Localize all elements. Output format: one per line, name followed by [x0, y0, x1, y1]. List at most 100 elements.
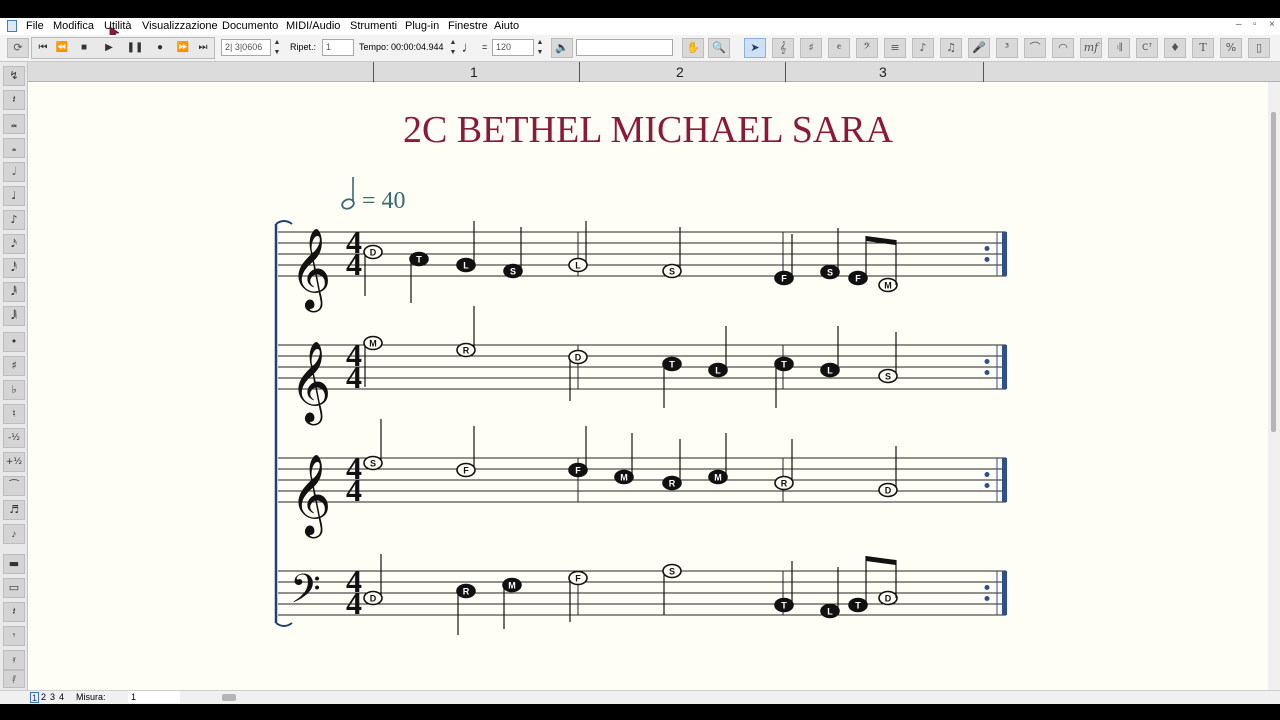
whole-note-icon[interactable]: 𝅝: [3, 138, 25, 158]
tempo-mark-value: = 40: [362, 188, 406, 214]
tie-icon[interactable]: ⁀: [3, 476, 25, 496]
note-name-label: D: [885, 594, 892, 604]
ruler-measure-3[interactable]: 3: [879, 64, 887, 80]
rest-icon[interactable]: 𝄽: [3, 90, 25, 110]
go-to-end-icon[interactable]: ⏭: [193, 38, 213, 58]
menu-bar: File Modifica Utilità Visualizzazione Do…: [0, 18, 1280, 40]
expression-tool-icon[interactable]: mf: [1080, 38, 1102, 58]
ruler-measure-2[interactable]: 2: [676, 64, 684, 80]
score-page[interactable]: 2C BETHEL MICHAEL SARA = 40 𝄞 4 4 D T L S L S F S F M…: [28, 82, 1268, 690]
bass-clef-tool-icon[interactable]: 𝄢: [856, 38, 878, 58]
page-button-4[interactable]: 4: [57, 692, 66, 703]
microphone-tool-icon[interactable]: 🎤: [968, 38, 990, 58]
measure-input[interactable]: 1: [128, 691, 180, 703]
hundred-twenty-eighth-note-icon[interactable]: 𝅘𝅥𝅲: [3, 306, 25, 326]
ruler-measure-1[interactable]: 1: [470, 64, 478, 80]
lyrics-tool-icon[interactable]: ♦: [1164, 38, 1186, 58]
stop-icon[interactable]: ■: [74, 38, 94, 58]
simple-entry-tool-icon[interactable]: ♪: [912, 38, 934, 58]
clef-tool-icon[interactable]: 𝄞: [772, 38, 794, 58]
articulation-tool-icon[interactable]: ◠: [1052, 38, 1074, 58]
half-note-icon[interactable]: 𝅗𝅥: [3, 162, 25, 182]
close-icon[interactable]: ×: [1269, 19, 1275, 30]
menu-plugin[interactable]: Plug-in: [405, 20, 439, 32]
menu-file[interactable]: File: [26, 20, 44, 32]
tuplet-tool-icon[interactable]: ³: [996, 38, 1018, 58]
page-button-3[interactable]: 3: [48, 692, 57, 703]
page-layout-tool-icon[interactable]: ▯: [1248, 38, 1270, 58]
note-beam: [866, 556, 896, 565]
speedy-entry-tool-icon[interactable]: ♫: [940, 38, 962, 58]
menu-aiuto[interactable]: Aiuto: [494, 20, 519, 32]
tempo-stepper-icon[interactable]: ▲ ▼: [535, 38, 545, 56]
score-notation[interactable]: = 40𝄞 44 DTLSLSFSFM𝄞 44MRDTLTLS𝄞 44SF FMRMRD𝄢…: [28, 82, 1268, 690]
eraser-icon[interactable]: ↯: [3, 66, 25, 86]
menu-visualizzazione[interactable]: Visualizzazione: [142, 20, 218, 32]
position-field[interactable]: 2| 3|0606: [221, 39, 271, 56]
menu-finestre[interactable]: Finestre: [448, 20, 488, 32]
eighth-rest-icon[interactable]: 𝄾: [3, 626, 25, 646]
bass-clef-icon: 𝄢: [290, 566, 321, 622]
pause-icon[interactable]: ❚❚: [125, 38, 145, 58]
half-rest-icon[interactable]: ▭: [3, 578, 25, 598]
thirty-second-note-icon[interactable]: 𝅘𝅥𝅰: [3, 258, 25, 278]
repeat-dot: [984, 359, 990, 364]
text-tool-icon[interactable]: T: [1192, 38, 1214, 58]
page-button-1[interactable]: 1: [30, 692, 39, 703]
sharp-icon[interactable]: ♯: [3, 356, 25, 376]
speaker-icon[interactable]: 🔈: [551, 38, 573, 58]
position-stepper-icon[interactable]: ▲ ▼: [272, 38, 282, 56]
ruler-tick: [785, 62, 786, 82]
selection-tool-icon[interactable]: ➤: [744, 38, 766, 58]
page-button-2[interactable]: 2: [39, 692, 48, 703]
note-name-label: S: [370, 459, 376, 469]
more-rests-icon[interactable]: 𝅀: [3, 670, 25, 688]
whole-rest-icon[interactable]: ▬: [3, 554, 25, 574]
tempo-input[interactable]: 120: [492, 39, 534, 56]
note-name-label: M: [714, 473, 722, 483]
vertical-scrollbar[interactable]: [1268, 82, 1280, 690]
horizontal-scrollbar-thumb[interactable]: [222, 694, 236, 701]
half-step-down-icon[interactable]: -½: [3, 428, 25, 448]
eighth-note-icon[interactable]: ♪: [3, 210, 25, 230]
smart-shape-tool-icon[interactable]: ⌒: [1024, 38, 1046, 58]
rewind-icon[interactable]: ⏪: [52, 38, 72, 58]
time-stepper-icon[interactable]: ▲ ▼: [448, 38, 458, 56]
zoom-tool-icon[interactable]: 🔍: [708, 38, 730, 58]
staff-tool-icon[interactable]: ≡: [884, 38, 906, 58]
flat-icon[interactable]: ♭: [3, 380, 25, 400]
menu-midi-audio[interactable]: MIDI/Audio: [286, 20, 340, 32]
menu-strumenti[interactable]: Strumenti: [350, 20, 397, 32]
menu-documento[interactable]: Documento: [222, 20, 278, 32]
minimize-icon[interactable]: –: [1236, 19, 1242, 30]
scrollbar-thumb[interactable]: [1271, 112, 1276, 432]
menu-modifica[interactable]: Modifica: [53, 20, 94, 32]
sixteenth-note-icon[interactable]: 𝅘𝅥𝅯: [3, 234, 25, 254]
breve-icon[interactable]: 𝅜: [3, 114, 25, 134]
half-step-up-icon[interactable]: +½: [3, 452, 25, 472]
sixteenth-rest-icon[interactable]: 𝄿: [3, 650, 25, 670]
repeat-select[interactable]: 1: [322, 39, 354, 56]
go-to-start-icon[interactable]: ⏮: [33, 38, 53, 58]
chord-tool-icon[interactable]: C⁷: [1136, 38, 1158, 58]
hand-tool-icon[interactable]: ✋: [682, 38, 704, 58]
resize-tool-icon[interactable]: %: [1220, 38, 1242, 58]
restore-icon[interactable]: ▫: [1253, 19, 1257, 30]
measure-label: Misura:: [76, 692, 106, 702]
note-name-label: D: [370, 248, 377, 258]
fast-forward-icon[interactable]: ⏩: [173, 38, 193, 58]
tuplet-icon[interactable]: ♬: [3, 500, 25, 520]
dot-icon[interactable]: •: [3, 332, 25, 352]
record-icon[interactable]: ●: [150, 38, 170, 58]
repeat-tool-icon[interactable]: 𝄇: [1108, 38, 1130, 58]
sixty-fourth-note-icon[interactable]: 𝅘𝅥𝅱: [3, 282, 25, 302]
quarter-rest-icon[interactable]: 𝄽: [3, 602, 25, 622]
key-signature-tool-icon[interactable]: ♯: [800, 38, 822, 58]
time-signature-bottom: 4: [346, 359, 362, 395]
quarter-note-icon[interactable]: ♩: [3, 186, 25, 206]
refresh-icon[interactable]: ⟳: [7, 38, 29, 58]
time-signature-tool-icon[interactable]: 𝄴: [828, 38, 850, 58]
natural-icon[interactable]: ♮: [3, 404, 25, 424]
grace-note-icon[interactable]: 𝆔: [3, 524, 25, 544]
play-icon[interactable]: ▶: [99, 38, 119, 58]
